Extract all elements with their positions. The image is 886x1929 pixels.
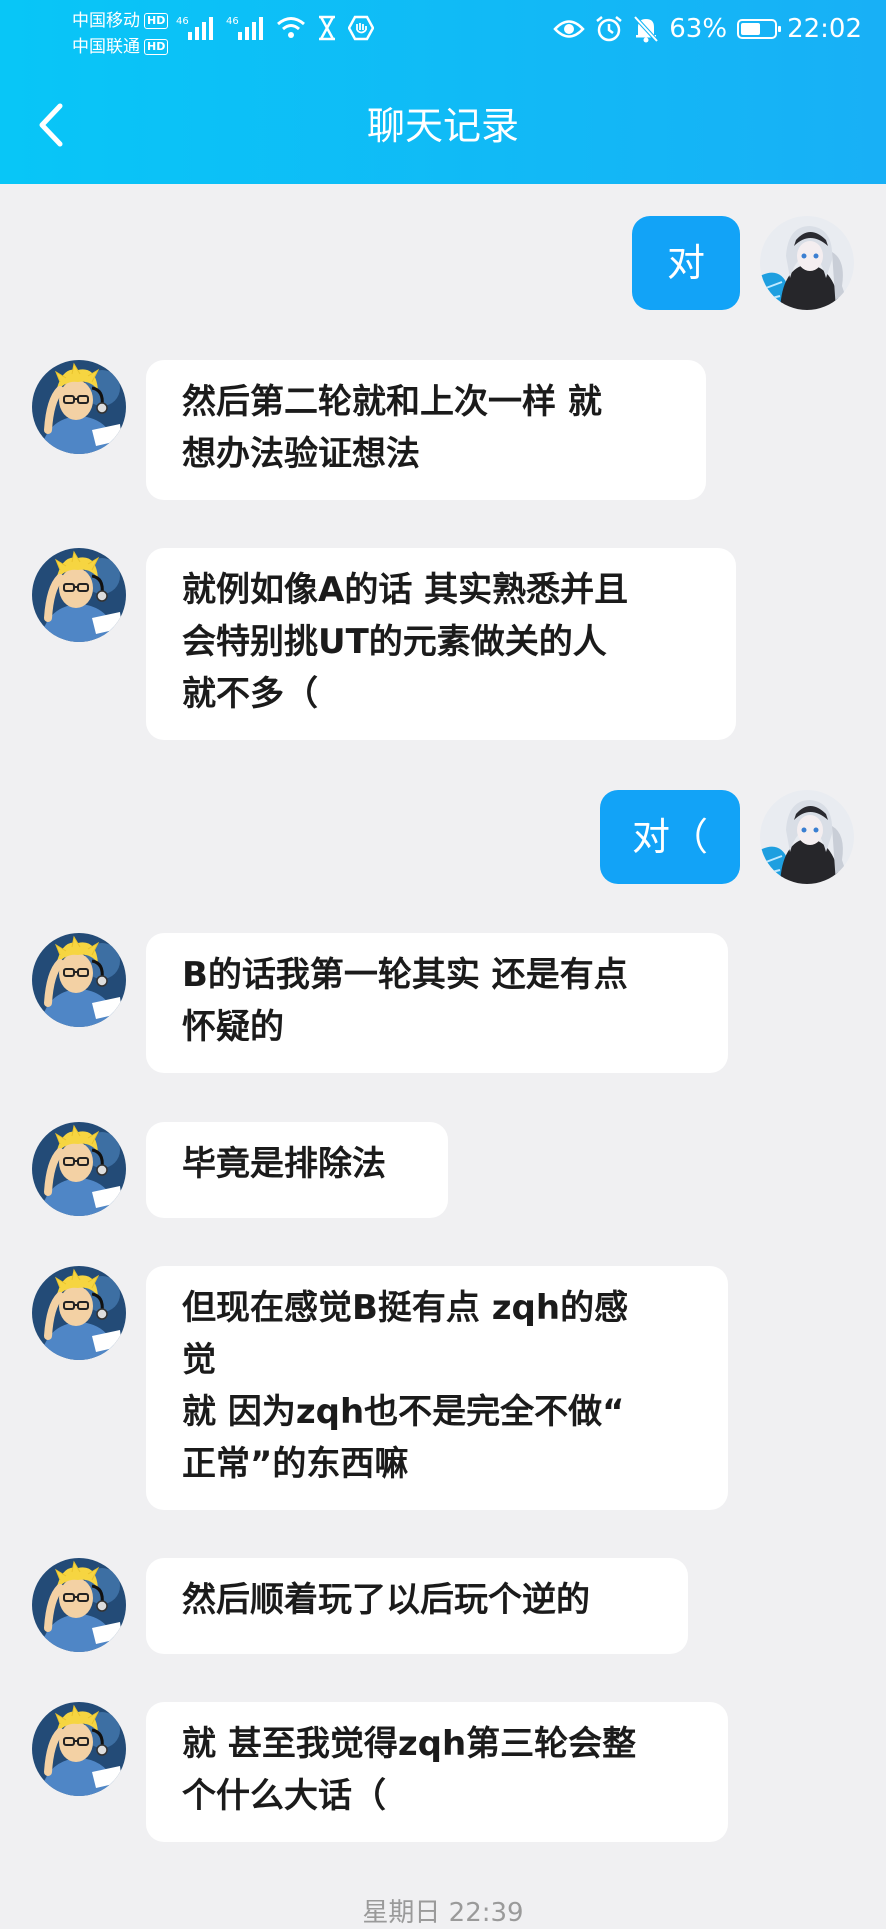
- contact-avatar[interactable]: [32, 1266, 126, 1360]
- received-message[interactable]: 就例如像A的话 其实熟悉并且 会特别挑UT的元素做关的人 就不多（: [146, 548, 736, 740]
- status-icons-right: 63% 22:02: [553, 14, 862, 44]
- received-message[interactable]: 就 甚至我觉得zqh第三轮会整 个什么大话（: [146, 1702, 728, 1842]
- self-avatar[interactable]: [760, 216, 854, 310]
- contact-avatar[interactable]: [32, 1122, 126, 1216]
- hd-badge: HD: [144, 39, 169, 55]
- contact-avatar[interactable]: [32, 548, 126, 642]
- status-icons-left: 46 46: [176, 14, 374, 42]
- contact-avatar[interactable]: [32, 360, 126, 454]
- carrier-info: 中国移动 HD 中国联通 HD: [72, 8, 169, 60]
- net-type-label: 46: [226, 16, 239, 27]
- contact-avatar[interactable]: [32, 1702, 126, 1796]
- received-message[interactable]: B的话我第一轮其实 还是有点 怀疑的: [146, 933, 728, 1073]
- eye-icon: [553, 20, 585, 38]
- received-message[interactable]: 毕竟是排除法: [146, 1122, 448, 1218]
- net-type-label: 46: [176, 16, 189, 27]
- alarm-icon: [596, 16, 623, 42]
- contact-avatar[interactable]: [32, 1558, 126, 1652]
- received-message[interactable]: 然后顺着玩了以后玩个逆的: [146, 1558, 688, 1654]
- self-avatar[interactable]: [760, 790, 854, 884]
- hd-badge: HD: [144, 13, 169, 29]
- sent-message[interactable]: 对: [632, 216, 740, 310]
- signal-icon: 46: [226, 16, 263, 40]
- carrier-1: 中国移动: [72, 11, 140, 31]
- wifi-icon: [277, 17, 305, 38]
- carrier-2: 中国联通: [72, 37, 140, 57]
- received-message[interactable]: 但现在感觉B挺有点 zqh的感 觉 就 因为zqh也不是完全不做“ 正常”的东西…: [146, 1266, 728, 1510]
- battery-percent: 63%: [669, 14, 728, 44]
- contact-avatar[interactable]: [32, 933, 126, 1027]
- mute-bell-icon: [633, 15, 659, 43]
- clock: 22:02: [787, 14, 862, 44]
- date-separator: 星期日 22:39: [362, 1898, 524, 1928]
- signal-icon: 46: [176, 16, 213, 40]
- received-message[interactable]: 然后第二轮就和上次一样 就 想办法验证想法: [146, 360, 706, 500]
- page-title: 聊天记录: [366, 104, 519, 148]
- hourglass-icon: [319, 15, 335, 41]
- title-bar: 中国移动 HD 中国联通 HD 46 46 63% 22:02 聊天记录: [0, 0, 886, 184]
- battery-fill: [741, 23, 760, 35]
- sent-message[interactable]: 对（: [600, 790, 740, 884]
- shield-icon: [348, 15, 374, 41]
- battery-icon: [737, 19, 782, 39]
